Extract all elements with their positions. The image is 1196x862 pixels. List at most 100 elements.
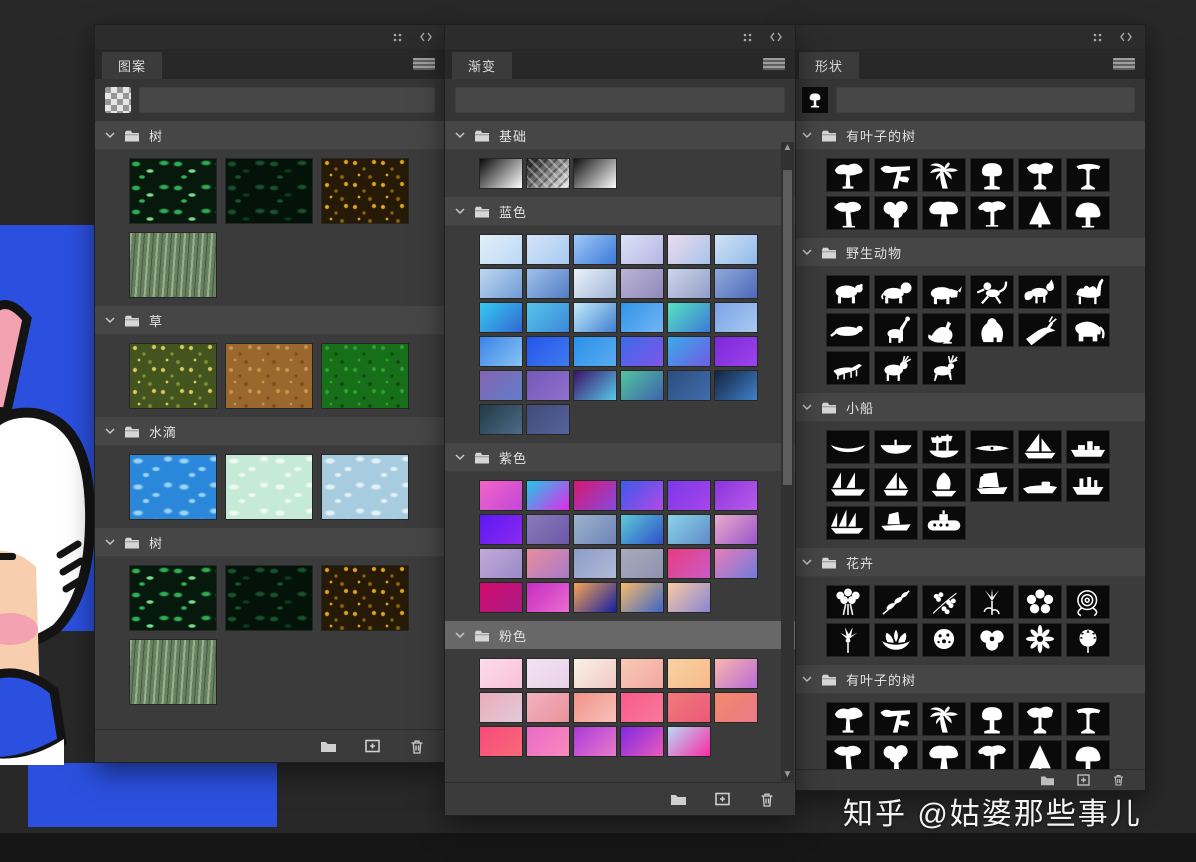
gradient-swatch[interactable] — [667, 726, 711, 757]
group-header-花卉[interactable]: 花卉 — [792, 548, 1145, 577]
gradient-swatch[interactable] — [714, 658, 758, 689]
group-header-小船[interactable]: 小船 — [792, 393, 1145, 422]
vertical-scrollbar[interactable]: ▲ ▼ — [781, 142, 794, 781]
new-group-icon[interactable] — [670, 792, 687, 806]
gradient-swatch[interactable] — [479, 726, 523, 757]
gradient-swatch[interactable] — [479, 404, 523, 435]
collapse-panel-icon[interactable] — [419, 32, 433, 42]
group-header-基础[interactable]: 基础 — [445, 121, 795, 150]
dock-options-icon[interactable] — [392, 32, 403, 43]
shape-tree-spread[interactable] — [826, 702, 870, 736]
tab-patterns[interactable]: 图案 — [102, 52, 162, 79]
collapse-panel-icon[interactable] — [1119, 32, 1133, 42]
group-header-有叶子的树[interactable]: 有叶子的树 — [792, 121, 1145, 150]
gradient-swatch[interactable] — [526, 514, 570, 545]
shape-tree-cone[interactable] — [1018, 196, 1062, 230]
pattern-swatch-foliage-yellow[interactable] — [321, 565, 409, 631]
shape-warship[interactable] — [1066, 430, 1110, 464]
gradient-swatch[interactable] — [620, 480, 664, 511]
gradient-swatch[interactable] — [714, 268, 758, 299]
tab-gradients[interactable]: 渐变 — [452, 52, 512, 79]
gradient-swatch[interactable] — [479, 582, 523, 613]
collapse-panel-icon[interactable] — [769, 32, 783, 42]
shape-junk[interactable] — [970, 468, 1014, 502]
gradient-swatch[interactable] — [573, 158, 617, 189]
shape-branch[interactable] — [874, 585, 918, 619]
shape-dinghy[interactable] — [874, 468, 918, 502]
shape-lotus[interactable] — [874, 623, 918, 657]
gradient-swatch[interactable] — [667, 370, 711, 401]
shape-sailboat[interactable] — [1018, 430, 1062, 464]
group-header-粉色[interactable]: 粉色 — [445, 621, 795, 650]
gradient-swatch[interactable] — [667, 234, 711, 265]
gradient-swatch[interactable] — [479, 370, 523, 401]
shape-carnation[interactable] — [1066, 623, 1110, 657]
delete-icon[interactable] — [759, 792, 775, 807]
gradient-swatch[interactable] — [526, 726, 570, 757]
gradient-swatch[interactable] — [526, 548, 570, 579]
gradient-swatch[interactable] — [573, 268, 617, 299]
gradient-swatch[interactable] — [573, 302, 617, 333]
gradient-swatch[interactable] — [714, 336, 758, 367]
group-header-紫色[interactable]: 紫色 — [445, 443, 795, 472]
gradient-swatch[interactable] — [573, 582, 617, 613]
shape-tree-broad[interactable] — [1018, 702, 1062, 736]
gradient-swatch[interactable] — [620, 370, 664, 401]
shape-speedboat[interactable] — [1018, 468, 1062, 502]
shape-submarine[interactable] — [922, 506, 966, 540]
shape-orchid[interactable] — [826, 623, 870, 657]
pattern-swatch-water-blue[interactable] — [129, 454, 217, 520]
gradient-swatch[interactable] — [573, 548, 617, 579]
shape-rowboat[interactable] — [874, 430, 918, 464]
shape-lion[interactable] — [874, 275, 918, 309]
pattern-swatch-turf-green[interactable] — [321, 343, 409, 409]
shape-tree-dome[interactable] — [1066, 740, 1110, 769]
pattern-swatch-grass-field[interactable] — [129, 639, 217, 705]
gradient-swatch[interactable] — [479, 336, 523, 367]
shape-tree-slant[interactable] — [1066, 702, 1110, 736]
gradient-swatch[interactable] — [667, 268, 711, 299]
gradient-swatch[interactable] — [573, 370, 617, 401]
shape-gorilla[interactable] — [970, 313, 1014, 347]
shape-blossom[interactable] — [922, 585, 966, 619]
group-header-蓝色[interactable]: 蓝色 — [445, 197, 795, 226]
gradient-swatch[interactable] — [620, 726, 664, 757]
gradient-swatch[interactable] — [667, 302, 711, 333]
shape-kangaroo[interactable] — [922, 313, 966, 347]
gradient-swatch[interactable] — [526, 480, 570, 511]
gradient-swatch[interactable] — [479, 302, 523, 333]
shape-deer[interactable] — [922, 351, 966, 385]
gradient-swatch[interactable] — [526, 302, 570, 333]
gradient-swatch[interactable] — [479, 514, 523, 545]
gradient-swatch[interactable] — [620, 582, 664, 613]
delete-icon[interactable] — [409, 739, 425, 754]
gradient-swatch[interactable] — [526, 234, 570, 265]
pattern-swatch-grass-field[interactable] — [129, 232, 217, 298]
gradient-swatch[interactable] — [479, 692, 523, 723]
gradient-swatch[interactable] — [714, 480, 758, 511]
current-shape-thumbnail[interactable] — [802, 87, 828, 113]
shape-steamer[interactable] — [1066, 468, 1110, 502]
pattern-swatch-water-ice[interactable] — [321, 454, 409, 520]
gradient-swatch[interactable] — [667, 514, 711, 545]
gradient-swatch[interactable] — [714, 234, 758, 265]
gradient-swatch[interactable] — [714, 548, 758, 579]
gradient-swatch[interactable] — [479, 234, 523, 265]
current-pattern-thumbnail[interactable] — [105, 87, 131, 113]
group-header-有叶子的树[interactable]: 有叶子的树 — [792, 665, 1145, 694]
shape-bouquet[interactable] — [826, 585, 870, 619]
pattern-swatch-leaves-dark[interactable] — [225, 565, 313, 631]
gradient-swatch[interactable] — [714, 514, 758, 545]
gradient-swatch[interactable] — [620, 658, 664, 689]
pattern-swatch-foliage-yellow[interactable] — [321, 158, 409, 224]
gradient-swatch[interactable] — [526, 582, 570, 613]
gradient-swatch[interactable] — [714, 692, 758, 723]
pattern-swatch-water-mint[interactable] — [225, 454, 313, 520]
dock-options-icon[interactable] — [742, 32, 753, 43]
gradient-swatch[interactable] — [479, 658, 523, 689]
shape-tree-canopy[interactable] — [922, 740, 966, 769]
shape-elephant[interactable] — [1066, 313, 1110, 347]
shapes-search-input[interactable] — [836, 87, 1135, 113]
gradient-swatch[interactable] — [573, 480, 617, 511]
shape-giraffe[interactable] — [874, 313, 918, 347]
